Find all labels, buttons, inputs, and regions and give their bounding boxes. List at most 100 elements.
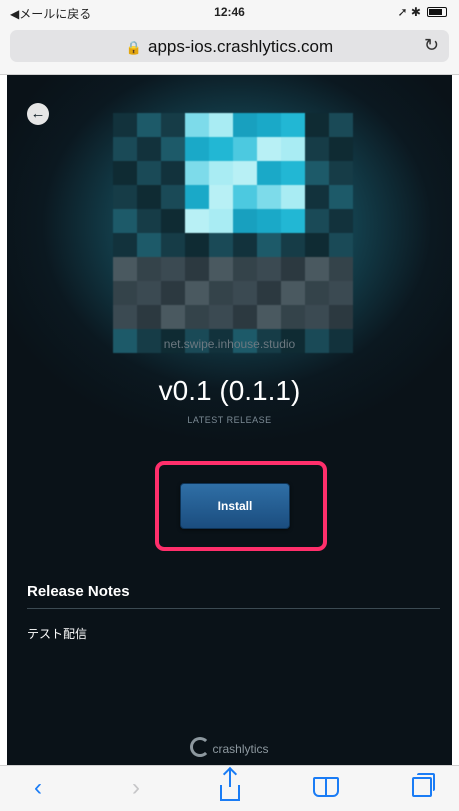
mosaic-tile bbox=[305, 137, 329, 161]
mosaic-tile bbox=[113, 233, 137, 257]
mosaic-tile bbox=[305, 185, 329, 209]
mosaic-tile bbox=[137, 185, 161, 209]
reload-icon[interactable]: ↻ bbox=[424, 35, 439, 56]
mosaic-tile bbox=[233, 137, 257, 161]
crashlytics-logo: crashlytics bbox=[7, 737, 452, 757]
mosaic-tile bbox=[161, 113, 185, 137]
mosaic-tile bbox=[185, 209, 209, 233]
latest-release-label: LATEST RELEASE bbox=[187, 415, 272, 425]
mosaic-tile bbox=[137, 161, 161, 185]
mosaic-tile bbox=[329, 185, 353, 209]
mosaic-tile bbox=[257, 209, 281, 233]
mosaic-tile bbox=[233, 257, 257, 281]
mosaic-tile bbox=[113, 305, 137, 329]
mosaic-tile bbox=[209, 305, 233, 329]
bookmarks-icon[interactable] bbox=[306, 774, 346, 802]
mosaic-tile bbox=[257, 113, 281, 137]
mosaic-tile bbox=[281, 281, 305, 305]
mosaic-tile bbox=[209, 137, 233, 161]
mosaic-tile bbox=[257, 137, 281, 161]
install-button[interactable]: Install bbox=[180, 483, 290, 529]
mosaic-tile bbox=[113, 281, 137, 305]
release-notes-title: Release Notes bbox=[27, 583, 130, 600]
mosaic-tile bbox=[329, 233, 353, 257]
address-bar-area: 🔒 apps-ios.crashlytics.com ↻ bbox=[0, 24, 459, 75]
mosaic-tile bbox=[305, 281, 329, 305]
mosaic-tile bbox=[305, 305, 329, 329]
mosaic-tile bbox=[137, 113, 161, 137]
mosaic-tile bbox=[113, 185, 137, 209]
mosaic-tile bbox=[281, 233, 305, 257]
mosaic-tile bbox=[281, 257, 305, 281]
lock-icon: 🔒 bbox=[125, 40, 142, 55]
mosaic-tile bbox=[329, 305, 353, 329]
version-label: v0.1 (0.1.1) bbox=[158, 375, 301, 406]
mosaic-tile bbox=[257, 185, 281, 209]
mosaic-tile bbox=[305, 113, 329, 137]
mosaic-tile bbox=[329, 161, 353, 185]
mosaic-tile bbox=[161, 137, 185, 161]
mosaic-tile bbox=[161, 185, 185, 209]
mosaic-tile bbox=[233, 209, 257, 233]
url-text: apps-ios.crashlytics.com bbox=[148, 37, 334, 56]
mosaic-tile bbox=[113, 161, 137, 185]
share-icon[interactable] bbox=[210, 769, 250, 802]
tabs-icon[interactable] bbox=[402, 773, 442, 802]
mosaic-tile bbox=[161, 233, 185, 257]
url-display[interactable]: 🔒 apps-ios.crashlytics.com bbox=[10, 37, 449, 57]
mosaic-tile bbox=[233, 113, 257, 137]
mosaic-tile bbox=[329, 137, 353, 161]
mosaic-tile bbox=[329, 257, 353, 281]
mosaic-tile bbox=[281, 161, 305, 185]
mosaic-tile bbox=[185, 281, 209, 305]
mosaic-tile bbox=[257, 161, 281, 185]
bundle-identifier: net.swipe.inhouse.studio bbox=[163, 337, 296, 351]
mosaic-tile bbox=[185, 137, 209, 161]
mosaic-tile bbox=[305, 161, 329, 185]
status-indicators: ➚ ✱ bbox=[398, 5, 447, 19]
back-button[interactable]: ‹ bbox=[18, 774, 58, 802]
mosaic-tile bbox=[233, 281, 257, 305]
mosaic-tile bbox=[209, 209, 233, 233]
mosaic-tile bbox=[137, 233, 161, 257]
location-bluetooth-icon: ➚ ✱ bbox=[397, 5, 421, 19]
mosaic-tile bbox=[185, 233, 209, 257]
mosaic-tile bbox=[209, 281, 233, 305]
mosaic-tile bbox=[161, 305, 185, 329]
mosaic-tile bbox=[257, 305, 281, 329]
divider bbox=[27, 608, 440, 609]
mosaic-tile bbox=[281, 305, 305, 329]
mosaic-tile bbox=[257, 281, 281, 305]
mosaic-tile bbox=[113, 257, 137, 281]
back-arrow-icon[interactable]: ← bbox=[27, 103, 49, 125]
mosaic-tile bbox=[257, 257, 281, 281]
release-notes-body: テスト配信 bbox=[27, 627, 88, 641]
mosaic-tile bbox=[113, 113, 137, 137]
mosaic-tile bbox=[233, 233, 257, 257]
mosaic-tile bbox=[305, 233, 329, 257]
mosaic-tile bbox=[329, 113, 353, 137]
mosaic-tile bbox=[137, 305, 161, 329]
brand-name: crashlytics bbox=[212, 742, 269, 756]
mosaic-tile bbox=[185, 185, 209, 209]
mosaic-tile bbox=[305, 257, 329, 281]
mosaic-tile bbox=[113, 209, 137, 233]
mosaic-tile bbox=[185, 257, 209, 281]
mosaic-tile bbox=[185, 161, 209, 185]
crashlytics-icon bbox=[190, 737, 211, 757]
mosaic-tile bbox=[329, 209, 353, 233]
app-icon-pixelated bbox=[113, 113, 353, 353]
mosaic-tile bbox=[329, 281, 353, 305]
mosaic-tile bbox=[209, 233, 233, 257]
mosaic-tile bbox=[305, 209, 329, 233]
battery-icon bbox=[427, 7, 447, 17]
mosaic-tile bbox=[161, 209, 185, 233]
mosaic-tile bbox=[233, 185, 257, 209]
page-content: ← net.swipe.inhouse.studio v0.1 (0.1.1) … bbox=[7, 75, 452, 765]
forward-button[interactable]: › bbox=[116, 774, 156, 802]
mosaic-tile bbox=[233, 305, 257, 329]
mosaic-tile bbox=[233, 161, 257, 185]
mosaic-tile bbox=[161, 161, 185, 185]
address-bar[interactable]: 🔒 apps-ios.crashlytics.com ↻ bbox=[10, 30, 449, 62]
mosaic-tile bbox=[281, 185, 305, 209]
